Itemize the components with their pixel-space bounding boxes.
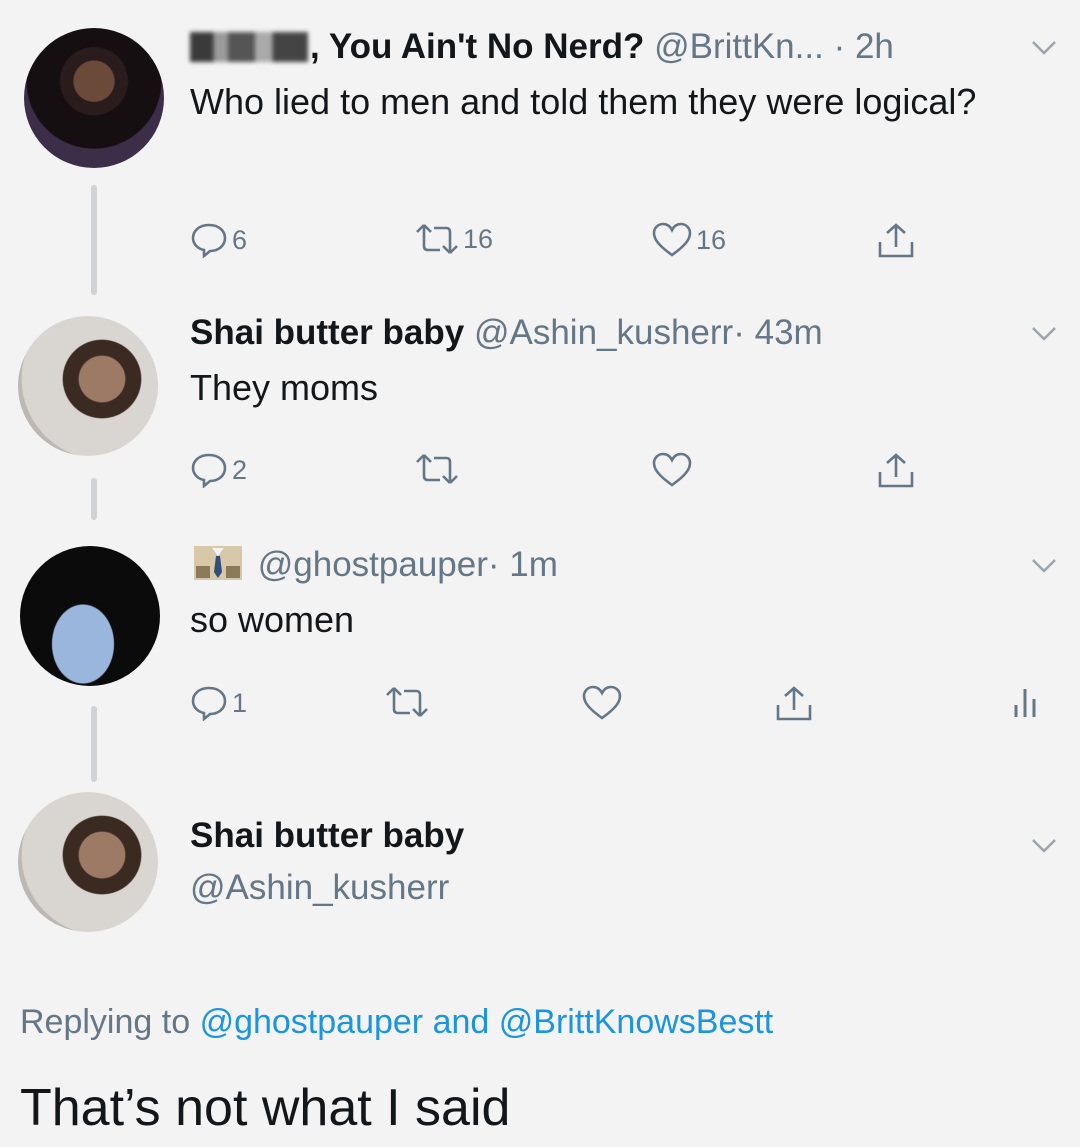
- tweet-1-display-name[interactable]: , You Ain't No Nerd?: [310, 27, 644, 66]
- chevron-down-icon[interactable]: [1030, 324, 1058, 344]
- share-icon: [878, 453, 914, 488]
- emoji-icon: [190, 544, 248, 580]
- reply-button[interactable]: 1: [190, 685, 247, 721]
- reply-icon: [191, 223, 227, 258]
- tweet-3-handle[interactable]: @ghostpauper: [258, 545, 488, 584]
- like-icon: [582, 685, 622, 720]
- tweet-3-text: so women: [190, 599, 355, 640]
- tweet-3-time[interactable]: · 1m: [488, 545, 558, 584]
- tweet-1-handle[interactable]: @BrittKn...: [654, 27, 824, 66]
- like-button[interactable]: [582, 685, 622, 721]
- avatar-tweet-1[interactable]: [24, 28, 164, 168]
- tweet-2-handle[interactable]: @Ashin_kusherr: [474, 313, 733, 352]
- tweet-3-header: @ghostpauper· 1m: [190, 544, 558, 585]
- share-button[interactable]: [774, 685, 814, 723]
- share-icon: [878, 223, 914, 258]
- main-display-name-text: Shai butter baby: [190, 816, 465, 855]
- like-icon: [652, 222, 692, 257]
- tweet-2-display-name[interactable]: Shai butter baby: [190, 313, 464, 352]
- reply-button[interactable]: 6: [190, 222, 247, 258]
- tweet-2-header: Shai butter baby @Ashin_kusherr· 43m: [190, 313, 823, 353]
- redacted-name: [190, 32, 308, 62]
- replying-and: and: [432, 1003, 490, 1041]
- chevron-down-icon[interactable]: [1030, 556, 1058, 576]
- tweet-1-header: , You Ain't No Nerd? @BrittKn... · 2h: [190, 27, 894, 67]
- tweet-2-text: They moms: [190, 367, 379, 408]
- retweet-icon: [416, 224, 458, 254]
- mention-link-1[interactable]: @ghostpauper: [200, 1003, 424, 1041]
- thread-line: [91, 185, 97, 295]
- retweet-button[interactable]: [415, 452, 459, 486]
- analytics-icon: [1014, 689, 1036, 717]
- mention-link-2[interactable]: @BrittKnowsBestt: [499, 1003, 774, 1041]
- avatar-main-tweet[interactable]: [18, 792, 158, 932]
- main-tweet-text: That’s not what I said: [20, 1079, 511, 1137]
- tweet-1-time[interactable]: · 2h: [834, 27, 894, 66]
- main-tweet-display-name[interactable]: Shai butter baby: [190, 816, 464, 856]
- reply-count: 6: [232, 224, 248, 255]
- main-tweet-handle[interactable]: @Ashin_kusherr: [190, 868, 449, 908]
- main-handle-text: @Ashin_kusherr: [190, 868, 450, 907]
- chevron-down-icon[interactable]: [1030, 38, 1058, 58]
- avatar-tweet-2[interactable]: [18, 316, 158, 456]
- avatar-tweet-3[interactable]: [20, 546, 160, 686]
- like-button[interactable]: 16: [652, 222, 726, 258]
- retweet-icon: [386, 687, 428, 717]
- tweet-1-text: Who lied to men and told them they were …: [190, 81, 977, 122]
- retweet-count: 16: [463, 223, 494, 254]
- reply-count: 1: [232, 687, 248, 718]
- reply-count: 2: [232, 454, 248, 485]
- retweet-icon: [416, 454, 458, 484]
- reply-icon: [191, 453, 227, 488]
- reply-icon: [191, 686, 227, 721]
- reply-button[interactable]: 2: [190, 452, 247, 488]
- replying-prefix: Replying to: [20, 1003, 191, 1041]
- retweet-button[interactable]: 16: [415, 222, 493, 256]
- retweet-button[interactable]: [385, 685, 429, 719]
- analytics-button[interactable]: [1010, 685, 1040, 719]
- chevron-down-icon[interactable]: [1030, 836, 1058, 856]
- replying-to: Replying to @ghostpauper and @BrittKnows…: [20, 1003, 773, 1042]
- share-button[interactable]: [876, 452, 916, 490]
- thread-line: [91, 706, 97, 782]
- like-button[interactable]: [652, 452, 692, 488]
- share-icon: [776, 686, 812, 721]
- like-count: 16: [696, 224, 727, 255]
- share-button[interactable]: [876, 222, 916, 260]
- tweet-2-time[interactable]: · 43m: [733, 313, 822, 352]
- like-icon: [652, 452, 692, 487]
- thread-line: [91, 478, 97, 520]
